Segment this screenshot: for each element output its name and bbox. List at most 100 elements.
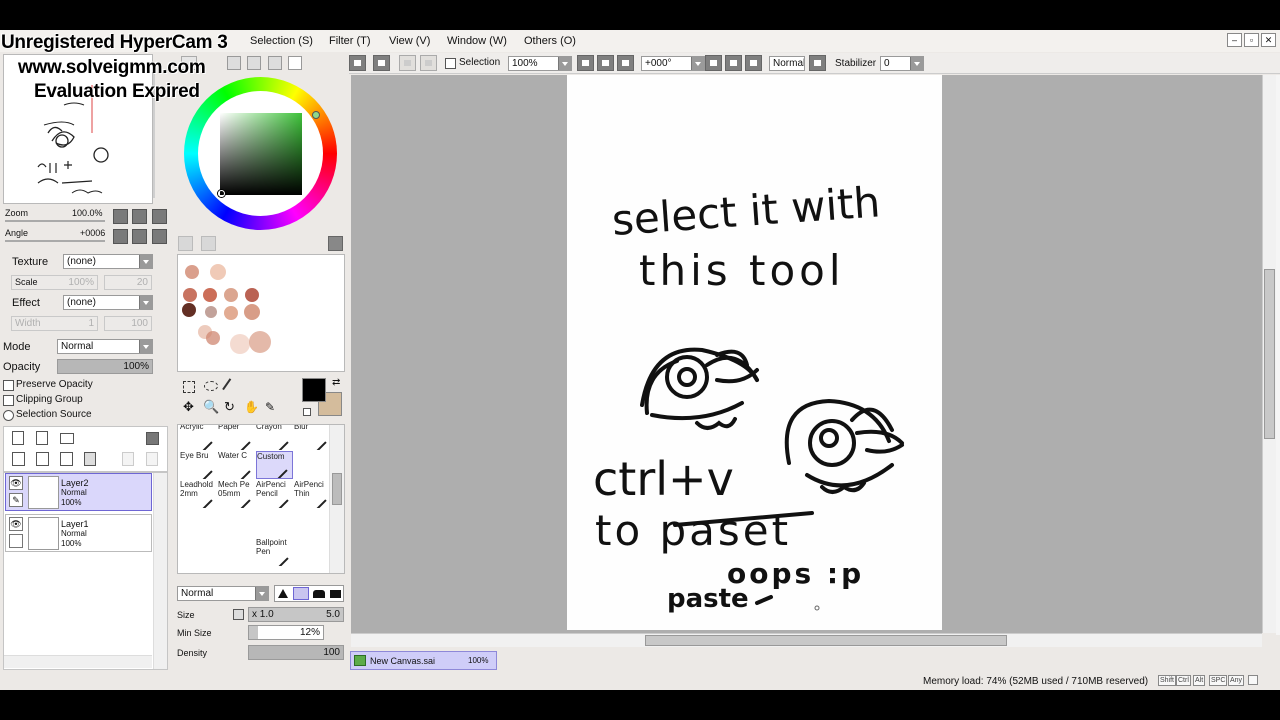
new-layer-icon[interactable] bbox=[12, 431, 24, 445]
trash-icon[interactable] bbox=[84, 452, 96, 466]
tool-leadhold-2mm[interactable]: Leadhold 2mm bbox=[180, 480, 217, 508]
toolbar-zoom-reset-button[interactable] bbox=[617, 55, 634, 71]
menu-selection[interactable]: Selection (S) bbox=[250, 35, 313, 47]
tool-grid-scrollbar[interactable] bbox=[329, 425, 344, 573]
color-swatch[interactable] bbox=[244, 304, 260, 320]
canvas-vertical-scrollbar[interactable] bbox=[1262, 75, 1276, 633]
swap-colors-icon[interactable]: ⇄ bbox=[332, 377, 340, 388]
hue-picker-handle[interactable] bbox=[312, 111, 320, 119]
scratchpad-clear-icon[interactable] bbox=[328, 236, 343, 251]
deselect-button[interactable] bbox=[399, 55, 416, 71]
lasso-icon[interactable] bbox=[204, 381, 218, 391]
opacity-slider[interactable]: 100% bbox=[57, 359, 153, 374]
eye-icon[interactable]: 👁 bbox=[9, 476, 23, 490]
layer-mode-select[interactable]: Normal bbox=[57, 339, 153, 354]
menu-window[interactable]: Window (W) bbox=[447, 35, 507, 47]
scratchpad-mode-icon[interactable] bbox=[288, 56, 302, 70]
color-swatch[interactable] bbox=[224, 306, 238, 320]
swatch-mode-icon[interactable] bbox=[268, 56, 282, 70]
transparent-color-icon[interactable] bbox=[303, 408, 311, 416]
density-slider[interactable]: 100 bbox=[248, 645, 344, 660]
undo-swatch-icon[interactable] bbox=[178, 236, 193, 251]
magic-wand-icon[interactable] bbox=[222, 378, 238, 395]
angle-select[interactable]: +000° bbox=[641, 56, 705, 71]
tool-acrylic[interactable]: Acrylic bbox=[180, 425, 217, 450]
color-swatch[interactable] bbox=[224, 288, 238, 302]
rotate-reset-button[interactable] bbox=[152, 229, 167, 244]
tool-empty-slot[interactable] bbox=[218, 509, 255, 537]
color-swatch[interactable] bbox=[230, 334, 250, 354]
color-swatch[interactable] bbox=[249, 331, 271, 353]
hand-tool-icon[interactable]: ✋ bbox=[244, 400, 259, 414]
selection-checkbox[interactable] bbox=[445, 58, 456, 69]
menu-view[interactable]: View (V) bbox=[389, 35, 430, 47]
preserve-opacity-checkbox[interactable] bbox=[3, 380, 14, 391]
toolbar-rotate-left-button[interactable] bbox=[705, 55, 722, 71]
rect-select-icon[interactable] bbox=[183, 381, 195, 393]
tool-empty-slot[interactable] bbox=[218, 538, 255, 566]
pen-lock-icon[interactable]: ✎ bbox=[9, 493, 23, 507]
color-swatch[interactable] bbox=[205, 306, 217, 318]
canvas-paper[interactable]: select it with this tool ctrl+v to paset… bbox=[567, 75, 942, 630]
undo-button[interactable] bbox=[349, 55, 366, 71]
tool-water-c[interactable]: Water C bbox=[218, 451, 255, 479]
toolbar-rotate-right-button[interactable] bbox=[725, 55, 742, 71]
zoom-in-button[interactable] bbox=[132, 209, 147, 224]
tool-empty-slot[interactable] bbox=[256, 509, 293, 537]
color-swatch[interactable] bbox=[206, 331, 220, 345]
document-tab[interactable]: New Canvas.sai 100% bbox=[350, 651, 497, 670]
brush-shape-flat-icon[interactable] bbox=[330, 590, 341, 598]
flip-horizontal-button[interactable] bbox=[809, 55, 826, 71]
maximize-icon[interactable]: ▫ bbox=[1244, 33, 1259, 47]
tool-crayon[interactable]: Crayon bbox=[256, 425, 293, 450]
layer-row-layer1[interactable]: 👁 Layer1 Normal 100% bbox=[5, 514, 152, 552]
zoom-out-button[interactable] bbox=[113, 209, 128, 224]
hsv-slider-icon[interactable] bbox=[247, 56, 261, 70]
scratchpad[interactable] bbox=[177, 254, 345, 372]
color-swatch[interactable] bbox=[185, 265, 199, 279]
tool-airpenci-pencil[interactable]: AirPenci Pencil bbox=[256, 480, 293, 508]
selection-source-checkbox[interactable] bbox=[3, 410, 14, 421]
layer-list-scrollbar[interactable] bbox=[153, 473, 167, 669]
brush-shape-round-icon[interactable] bbox=[313, 590, 325, 598]
canvas-workspace[interactable]: select it with this tool ctrl+v to paset… bbox=[351, 75, 1262, 633]
vertical-scroll-thumb[interactable] bbox=[1264, 269, 1275, 439]
zoom-slider[interactable] bbox=[5, 220, 105, 222]
tool-mech-pe-05mm[interactable]: Mech Pe 05mm bbox=[218, 480, 255, 508]
toolbar-rotate-reset-button[interactable] bbox=[745, 55, 762, 71]
sv-picker-handle[interactable] bbox=[218, 190, 225, 197]
pen-lock-icon[interactable] bbox=[9, 534, 23, 548]
tool-empty-slot[interactable] bbox=[294, 451, 331, 479]
color-swatch[interactable] bbox=[210, 264, 226, 280]
merge-down-icon[interactable] bbox=[36, 452, 49, 466]
primary-color-swatch[interactable] bbox=[302, 378, 326, 402]
horizontal-scroll-thumb[interactable] bbox=[645, 635, 1007, 646]
menu-others[interactable]: Others (O) bbox=[524, 35, 576, 47]
close-icon[interactable]: ✕ bbox=[1261, 33, 1276, 47]
clipping-group-checkbox[interactable] bbox=[3, 395, 14, 406]
canvas-horizontal-scrollbar[interactable] bbox=[351, 633, 1262, 647]
zoom-select[interactable]: 100% bbox=[508, 56, 572, 71]
new-folder-icon[interactable] bbox=[60, 433, 74, 444]
brush-shape-soft-icon[interactable] bbox=[293, 587, 309, 600]
brush-size-slider[interactable]: x 1.0 5.0 bbox=[248, 607, 344, 622]
clear-layer-icon[interactable] bbox=[60, 452, 73, 466]
color-swatch[interactable] bbox=[245, 288, 259, 302]
tool-paper[interactable]: Paper bbox=[218, 425, 255, 450]
rotate-tool-icon[interactable]: ↻ bbox=[224, 400, 238, 414]
menu-filter[interactable]: Filter (T) bbox=[329, 35, 371, 47]
rotate-right-button[interactable] bbox=[132, 229, 147, 244]
tool-eye-bru[interactable]: Eye Bru bbox=[180, 451, 217, 479]
tool-empty-slot[interactable] bbox=[294, 509, 331, 537]
minimize-icon[interactable]: – bbox=[1227, 33, 1242, 47]
tool-empty-slot[interactable] bbox=[180, 538, 217, 566]
invert-selection-button[interactable] bbox=[420, 55, 437, 71]
tool-grid-scroll-thumb[interactable] bbox=[332, 473, 342, 505]
effect-select[interactable]: (none) bbox=[63, 295, 153, 310]
redo-button[interactable] bbox=[373, 55, 390, 71]
move-icon[interactable]: ✥ bbox=[183, 400, 197, 414]
texture-select[interactable]: (none) bbox=[63, 254, 153, 269]
rotate-left-button[interactable] bbox=[113, 229, 128, 244]
new-linework-layer-icon[interactable] bbox=[36, 431, 48, 445]
tool-ballpoint-pen[interactable]: Ballpoint Pen bbox=[256, 538, 293, 566]
